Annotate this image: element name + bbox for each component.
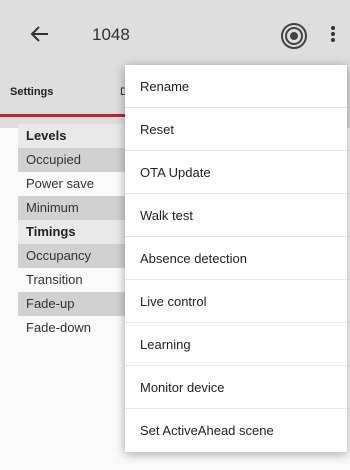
menu-item-set-activeahead-scene[interactable]: Set ActiveAhead scene xyxy=(125,409,347,452)
menu-item-walk-test[interactable]: Walk test xyxy=(125,194,347,237)
menu-item-live-control[interactable]: Live control xyxy=(125,280,347,323)
menu-item-ota-update[interactable]: OTA Update xyxy=(125,151,347,194)
menu-item-monitor-device[interactable]: Monitor device xyxy=(125,366,347,409)
menu-item-rename[interactable]: Rename xyxy=(125,65,347,108)
menu-item-reset[interactable]: Reset xyxy=(125,108,347,151)
menu-item-absence-detection[interactable]: Absence detection xyxy=(125,237,347,280)
menu-item-learning[interactable]: Learning xyxy=(125,323,347,366)
overflow-menu: Rename Reset OTA Update Walk test Absenc… xyxy=(125,65,347,452)
